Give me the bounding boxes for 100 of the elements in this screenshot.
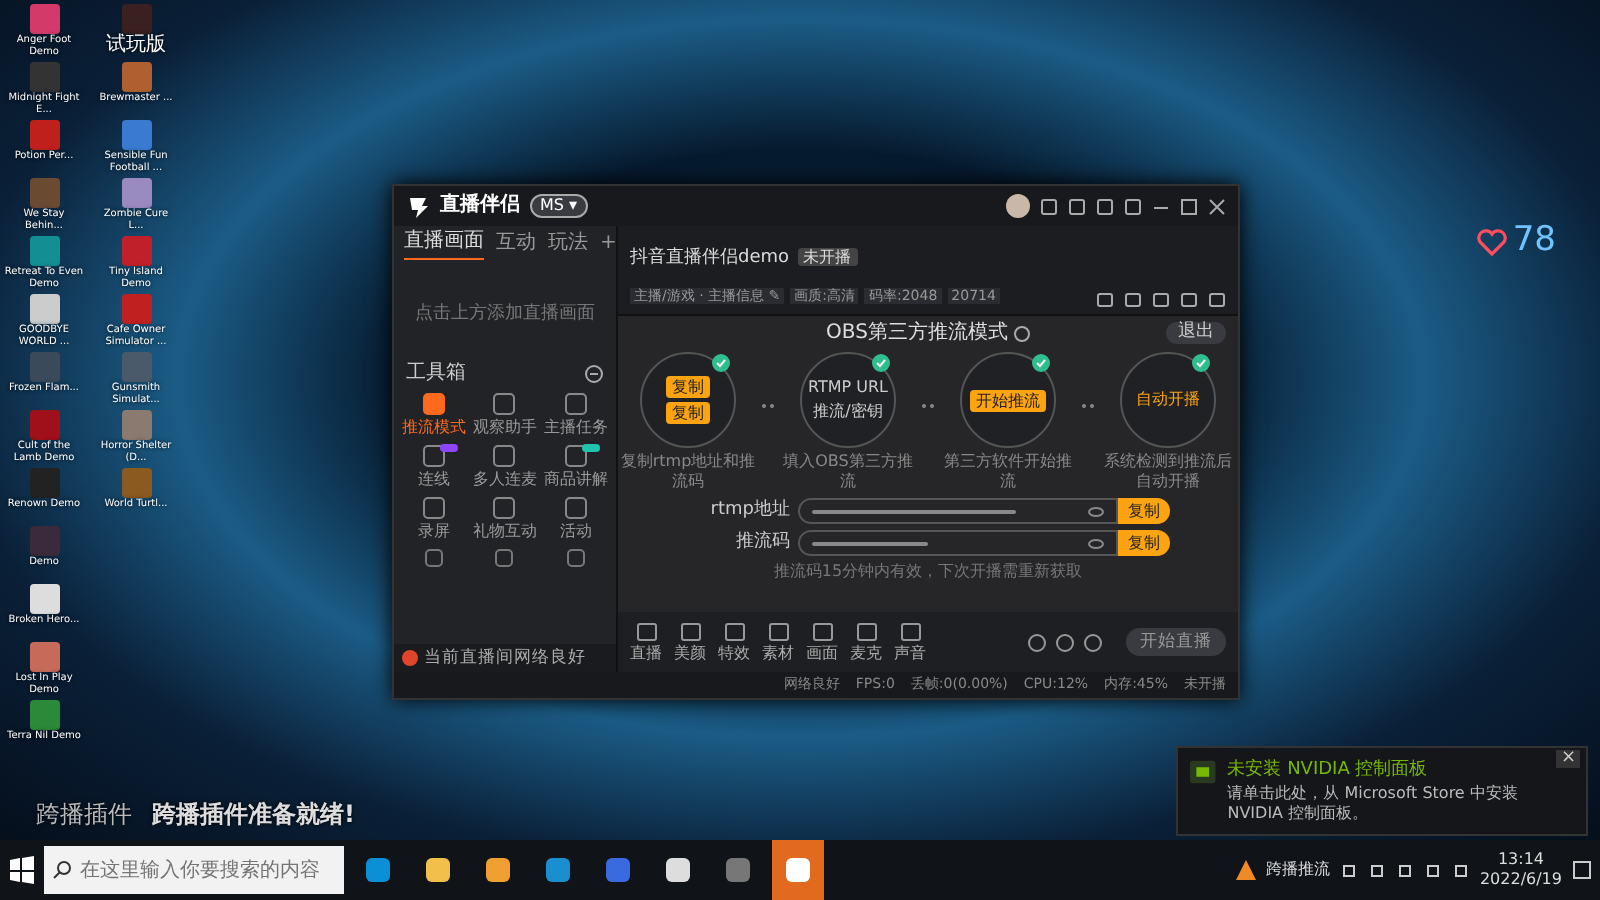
plugin-label: 跨播插件 xyxy=(36,798,132,832)
start-push-button[interactable]: 开始推流 xyxy=(970,389,1046,412)
step-caption: 填入OBS第三方推流 xyxy=(781,452,915,493)
heart-icon xyxy=(1476,227,1509,256)
gpu-icon xyxy=(1190,757,1216,785)
hint-text: 推流码15分钟内有效，下次开播需重新获取 xyxy=(773,562,1083,582)
step-text: 自动开播 xyxy=(1136,390,1200,411)
step-text: 推流/密钥 xyxy=(813,402,883,423)
toolbar-button[interactable]: 直播 xyxy=(630,621,662,663)
tool-button[interactable]: 观察助手 xyxy=(469,391,541,438)
dots-icon xyxy=(920,400,936,413)
empty-hint: 点击上方添加直播画面 xyxy=(413,301,597,328)
toolbar-button[interactable]: 素材 xyxy=(762,621,794,663)
tag-marker xyxy=(439,443,458,452)
app-icon xyxy=(364,856,392,884)
tool-icon xyxy=(811,621,833,641)
exit-button[interactable]: 退出 xyxy=(1166,322,1226,345)
tool-button[interactable]: 多人连麦 xyxy=(469,443,541,490)
copy-button[interactable]: 复制 xyxy=(666,376,710,399)
tool-button[interactable]: 主播任务 xyxy=(540,391,612,438)
status-badge: 未开播 xyxy=(797,248,858,266)
step-caption: 第三方软件开始推流 xyxy=(942,452,1074,493)
tool-button[interactable]: 推流模式 xyxy=(398,391,470,438)
app-tile-icon xyxy=(421,443,446,468)
dots-icon xyxy=(760,400,776,413)
app-tile-icon xyxy=(492,391,517,416)
eye-icon[interactable] xyxy=(1088,505,1104,518)
icon-label: 试玩版 xyxy=(106,34,166,56)
app-tile-icon xyxy=(421,495,446,520)
masked-field[interactable] xyxy=(798,498,1118,525)
toolbar-button[interactable]: 画面 xyxy=(806,621,838,663)
tool-icon xyxy=(723,621,745,641)
app-tile-icon[interactable] xyxy=(423,547,444,568)
start-live-button[interactable]: 开始直播 xyxy=(1126,627,1226,657)
status-notice: 当前直播间网络良好 xyxy=(424,647,586,668)
tool-button[interactable]: 礼物互动 xyxy=(469,495,541,542)
tool-button[interactable]: 商品讲解 xyxy=(540,443,612,490)
logo-icon xyxy=(406,194,430,218)
app-tile-icon xyxy=(492,495,517,520)
app-tile-icon[interactable] xyxy=(494,547,515,568)
start-icon[interactable] xyxy=(8,856,36,884)
tray-label: 跨播推流 xyxy=(1265,858,1330,882)
tool-button[interactable]: 连线 xyxy=(398,443,470,490)
eye-icon[interactable] xyxy=(1088,537,1104,550)
toolbar-button[interactable]: 美颜 xyxy=(674,621,706,663)
panel-tab[interactable]: 互动 xyxy=(496,231,536,259)
app-icon xyxy=(784,856,812,884)
notification-body: 请单击此处，从 Microsoft Store 中安装 NVIDIA 控制面板。 xyxy=(1227,784,1520,824)
toolbar-button[interactable]: 特效 xyxy=(718,621,750,663)
app-icon xyxy=(604,856,632,884)
tool-button[interactable]: 录屏 xyxy=(398,495,470,542)
clock-time: 13:14 xyxy=(1497,850,1545,870)
panel-tab[interactable]: 直播画面 xyxy=(404,230,484,260)
game-icon[interactable] xyxy=(29,584,59,614)
app-tile-icon xyxy=(421,391,446,416)
tool-icon xyxy=(767,621,789,641)
add-tab-button[interactable]: + xyxy=(600,231,617,259)
masked-field[interactable] xyxy=(798,530,1118,557)
copy-button[interactable]: 复制 xyxy=(1118,530,1170,557)
app-icon xyxy=(484,856,512,884)
app-tile-icon xyxy=(564,443,589,468)
room-title: 抖音直播伴侣demo xyxy=(630,248,790,268)
game-icon[interactable] xyxy=(29,294,59,324)
search-field[interactable]: 在这里输入你要搜索的内容 xyxy=(44,846,344,894)
app-icon xyxy=(544,856,572,884)
version-badge[interactable]: MS ▾ xyxy=(530,194,588,218)
step-caption: 系统检测到推流后自动开播 xyxy=(1102,452,1234,493)
app-tile-icon xyxy=(492,443,517,468)
app-tile-icon xyxy=(564,495,589,520)
toolbox-title: 工具箱 xyxy=(406,361,466,386)
app-icon xyxy=(664,856,692,884)
heart-count: 78 xyxy=(1512,218,1556,264)
field-label: rtmp地址 xyxy=(708,500,790,523)
copy-button[interactable]: 复制 xyxy=(666,402,710,425)
tool-icon xyxy=(899,621,921,641)
tag-marker xyxy=(582,443,600,452)
toolbar-button[interactable]: 声音 xyxy=(894,621,926,663)
alert-icon xyxy=(402,649,418,666)
tool-icon xyxy=(635,621,657,641)
avatar-icon[interactable] xyxy=(1006,194,1030,218)
step-caption: 复制rtmp地址和推流码 xyxy=(620,452,756,493)
warning-icon xyxy=(1235,860,1256,880)
step-text: RTMP URL xyxy=(807,378,888,399)
app-icon xyxy=(724,856,752,884)
field-label: 推流码 xyxy=(734,532,790,555)
close-icon[interactable] xyxy=(1208,197,1226,215)
toolbar-button[interactable]: 麦克 xyxy=(850,621,882,663)
app-tile-icon[interactable] xyxy=(566,547,587,568)
maximize-icon[interactable] xyxy=(1180,197,1198,215)
close-button[interactable]: × xyxy=(1556,749,1580,767)
plugin-message: 跨播插件准备就绪! xyxy=(152,798,355,832)
dots-icon xyxy=(1080,400,1096,413)
copy-button[interactable]: 复制 xyxy=(1118,498,1170,525)
notification-toast[interactable]: 未安装 NVIDIA 控制面板 请单击此处，从 Microsoft Store 中安装 NVIDIA 控制面板。 × xyxy=(1176,745,1588,836)
tool-icon xyxy=(679,621,701,641)
app-icon xyxy=(424,856,452,884)
notification-title: 未安装 NVIDIA 控制面板 xyxy=(1227,757,1430,783)
tool-button[interactable]: 活动 xyxy=(540,495,612,542)
mode-title: OBS第三方推流模式 xyxy=(826,322,1008,347)
panel-tab[interactable]: 玩法 xyxy=(548,231,588,259)
